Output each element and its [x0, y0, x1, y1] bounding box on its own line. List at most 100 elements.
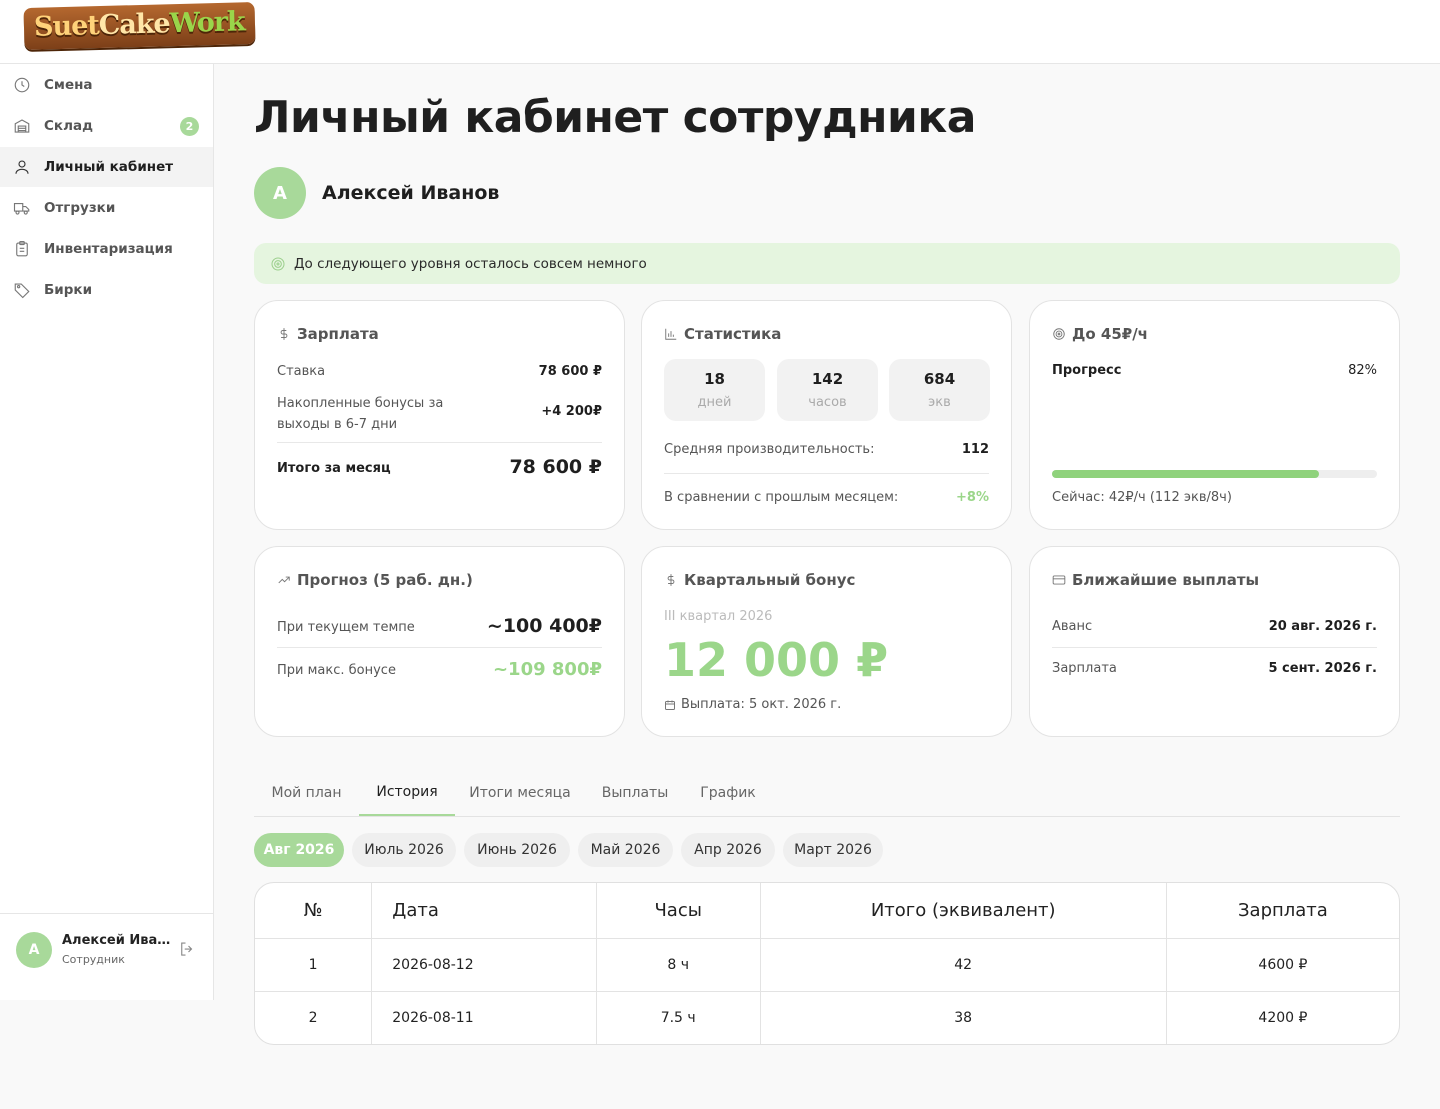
table-cell: 2 [255, 991, 373, 1044]
progress-bar-fill [1052, 470, 1319, 478]
forecast-max-label: При макс. бонусе [277, 663, 396, 678]
sidebar-item-tags[interactable]: Бирки [0, 270, 213, 310]
card-title-text: Статистика [684, 325, 782, 343]
top-bar: SuetCakeWork [0, 0, 1440, 64]
card-title-text: До 45₽/ч [1072, 325, 1148, 343]
dollar-icon [664, 573, 678, 587]
rate-value: 78 600 ₽ [538, 364, 602, 379]
payout-date: 5 сент. 2026 г. [1268, 661, 1377, 676]
sidebar-item-label: Смена [44, 77, 93, 93]
month-chip-apr-2026[interactable]: Апр 2026 [681, 833, 775, 867]
tab-bar: Мой план История Итоги месяца Выплаты Гр… [254, 770, 1400, 817]
sidebar-item-inventory[interactable]: Инвентаризация [0, 229, 213, 269]
card-title: До 45₽/ч [1052, 325, 1148, 343]
table: № Дата Часы Итого (эквивалент) Зарплата … [255, 883, 1399, 1044]
card-title: Ближайшие выплаты [1052, 571, 1259, 589]
divider [277, 647, 602, 648]
table-row[interactable]: 2 2026-08-11 7.5 ч 38 4200 ₽ [255, 991, 1399, 1044]
brand-logo[interactable]: SuetCakeWork [23, 1, 256, 51]
warehouse-icon [12, 116, 32, 136]
sidebar-user-panel: А Алексей Иван... Сотрудник [0, 913, 213, 1000]
card-title-text: Прогноз (5 раб. дн.) [297, 571, 473, 589]
quarter-amount: 12 000 ₽ [664, 633, 889, 687]
stat-number: 684 [923, 370, 956, 388]
month-chip-aug-2026[interactable]: Авг 2026 [254, 833, 344, 867]
table-cell: 1 [255, 938, 373, 992]
tab-schedule[interactable]: График [685, 770, 771, 816]
quarterly-bonus-card: Квартальный бонус III квартал 2026 12 00… [641, 546, 1012, 737]
target-card: До 45₽/ч Прогресс 82% Сейчас: 42₽/ч (112… [1029, 300, 1400, 530]
page-title: Личный кабинет сотрудника [254, 92, 976, 143]
progress-bar [1052, 470, 1377, 478]
stat-unit: дней [697, 395, 732, 410]
user-icon [12, 157, 32, 177]
tab-payouts[interactable]: Выплаты [585, 770, 685, 816]
sidebar-item-account[interactable]: Личный кабинет [0, 147, 213, 187]
card-title: Квартальный бонус [664, 571, 855, 589]
clipboard-icon [12, 239, 32, 259]
bar-chart-icon [664, 327, 678, 341]
payouts-card: Ближайшие выплаты Аванс 20 авг. 2026 г. … [1029, 546, 1400, 737]
sidebar-item-shift[interactable]: Смена [0, 65, 213, 105]
card-title: Статистика [664, 325, 781, 343]
stat-number: 142 [811, 370, 844, 388]
logo-word-cake: Cake [98, 8, 171, 42]
sidebar-user-role: Сотрудник [62, 953, 125, 966]
stat-unit: экв [928, 395, 951, 410]
employee-name: Алексей Иванов [322, 182, 500, 204]
sidebar-item-warehouse[interactable]: Склад 2 [0, 106, 213, 146]
card-title-text: Ближайшие выплаты [1072, 571, 1260, 589]
column-header[interactable]: Дата [371, 883, 597, 939]
card-title-text: Квартальный бонус [684, 571, 856, 589]
warehouse-badge: 2 [180, 117, 199, 136]
table-header-row: № Дата Часы Итого (эквивалент) Зарплата [255, 883, 1399, 939]
month-chip-jun-2026[interactable]: Июнь 2026 [464, 833, 570, 867]
column-header[interactable]: № [255, 883, 373, 939]
quarter-period: III квартал 2026 [664, 609, 773, 624]
table-cell: 38 [760, 991, 1167, 1044]
logout-icon[interactable] [178, 940, 196, 958]
quarter-payout: Выплата: 5 окт. 2026 г. [664, 697, 841, 712]
total-label: Итого за месяц [277, 461, 391, 476]
compare-value: +8% [956, 490, 989, 505]
payout-date: 20 авг. 2026 г. [1268, 619, 1377, 634]
bonus-value: +4 200₽ [541, 404, 602, 419]
column-header[interactable]: Зарплата [1166, 883, 1399, 939]
rate-label: Ставка [277, 364, 326, 379]
table-cell: 2026-08-11 [371, 991, 597, 1044]
stat-unit: часов [808, 395, 847, 410]
avatar[interactable]: А [16, 932, 52, 968]
clock-icon [12, 75, 32, 95]
bonus-label-line-2: выходы в 6-7 дни [277, 417, 398, 432]
table-cell: 4600 ₽ [1166, 938, 1399, 992]
sidebar: Смена Склад 2 Личный кабинет Отгрузки Ин… [0, 64, 214, 1000]
sidebar-item-label: Инвентаризация [44, 241, 173, 257]
column-header[interactable]: Итого (эквивалент) [760, 883, 1167, 939]
stat-number: 18 [704, 370, 725, 388]
progress-label: Прогресс [1052, 363, 1122, 378]
column-header[interactable]: Часы [596, 883, 761, 939]
month-chip-mar-2026[interactable]: Март 2026 [783, 833, 883, 867]
month-chip-jul-2026[interactable]: Июль 2026 [352, 833, 456, 867]
card-title: Зарплата [277, 325, 379, 343]
tab-my-plan[interactable]: Мой план [254, 770, 359, 816]
target-icon [270, 256, 286, 272]
bonus-label-line-1: Накопленные бонусы за [277, 396, 444, 411]
stats-card: Статистика 18 дней 142 часов 684 экв Сре… [641, 300, 1012, 530]
truck-icon [12, 198, 32, 218]
tab-month-summary[interactable]: Итоги месяца [455, 770, 585, 816]
stat-equivalent: 684 экв [889, 359, 990, 421]
tag-icon [12, 280, 32, 300]
tab-history[interactable]: История [359, 770, 455, 816]
stat-hours: 142 часов [777, 359, 878, 421]
table-row[interactable]: 1 2026-08-12 8 ч 42 4600 ₽ [255, 938, 1399, 992]
sidebar-item-shipments[interactable]: Отгрузки [0, 188, 213, 228]
divider [277, 442, 602, 443]
stat-days: 18 дней [664, 359, 765, 421]
sidebar-user-name: Алексей Иван... [62, 933, 174, 948]
trending-up-icon [277, 573, 291, 587]
month-chip-may-2026[interactable]: Май 2026 [578, 833, 673, 867]
forecast-current-label: При текущем темпе [277, 620, 415, 635]
payout-label: Зарплата [1052, 661, 1117, 676]
table-cell: 4200 ₽ [1258, 1009, 1308, 1026]
